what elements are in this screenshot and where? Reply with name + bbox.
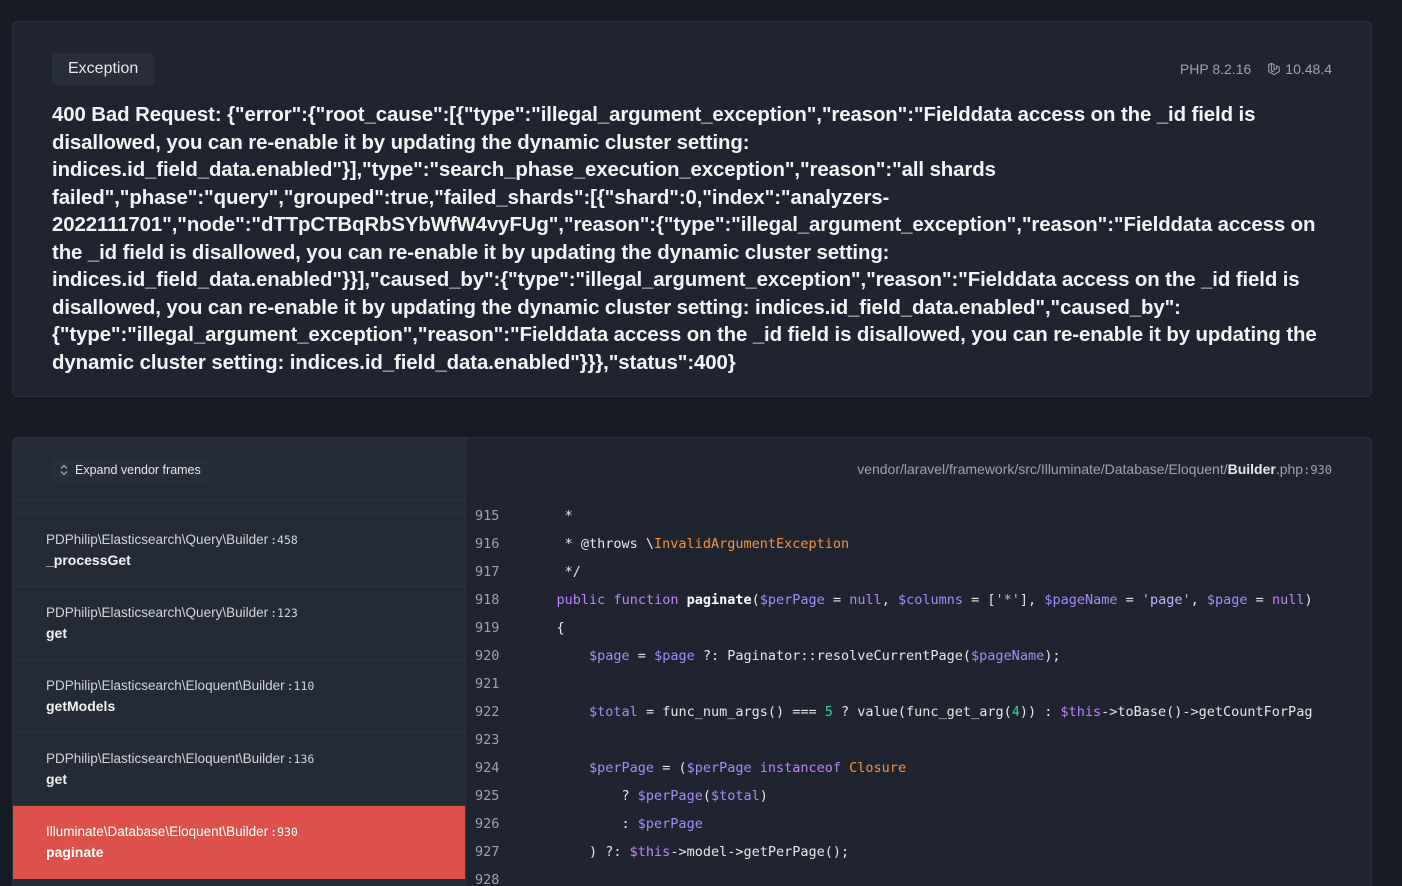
stack-frame[interactable]: PDPhilip\Elasticsearch\Eloquent\Builder:… bbox=[13, 733, 465, 806]
frame-class: PDPhilip\Elasticsearch\Query\Builder bbox=[46, 532, 269, 547]
php-version: PHP 8.2.16 bbox=[1179, 61, 1252, 77]
line-number: 928 bbox=[475, 872, 500, 886]
exception-card: Exception PHP 8.2.16 10.48.4 400 Bad Req… bbox=[12, 21, 1372, 397]
stack-frame[interactable]: PDPhilip\Elasticsearch\Query\Builder:458… bbox=[13, 514, 465, 587]
expand-vendor-frames-label: Expand vendor frames bbox=[75, 463, 201, 477]
frame-class: PDPhilip\Elasticsearch\Eloquent\Builder bbox=[46, 678, 285, 693]
stack-trace-card: Expand vendor frames PDPhilip\Elasticsea… bbox=[12, 437, 1372, 886]
line-number: 927 bbox=[475, 844, 500, 860]
line-number: 919 bbox=[475, 620, 500, 636]
frame-method: _processGet bbox=[46, 552, 131, 568]
chevron-up-down-icon bbox=[60, 464, 68, 476]
line-number: 925 bbox=[475, 788, 500, 804]
frames-divider bbox=[13, 501, 465, 514]
line-number: 922 bbox=[475, 704, 500, 720]
expand-vendor-frames-button[interactable]: Expand vendor frames bbox=[51, 458, 209, 482]
code-line: 924 $perPage = ($perPage instanceof Clos… bbox=[466, 754, 1371, 782]
frame-class: PDPhilip\Elasticsearch\Eloquent\Builder bbox=[46, 751, 285, 766]
line-number: 918 bbox=[475, 592, 500, 608]
code-line: 926 : $perPage bbox=[466, 810, 1371, 838]
frame-method: getModels bbox=[46, 698, 116, 714]
line-number: 921 bbox=[475, 676, 500, 692]
code-line: 920 $page = $page ?: Paginator::resolveC… bbox=[466, 642, 1371, 670]
line-number: 917 bbox=[475, 564, 500, 580]
frame-line: :110 bbox=[286, 679, 315, 693]
line-number: 920 bbox=[475, 648, 500, 664]
file-line-ref: :930 bbox=[1303, 463, 1332, 477]
file-path[interactable]: vendor/laravel/framework/src/Illuminate/… bbox=[857, 461, 1332, 477]
file-ext: .php bbox=[1275, 461, 1304, 477]
frame-method: get bbox=[46, 771, 67, 787]
code-line: 919 { bbox=[466, 614, 1371, 642]
frame-line: :930 bbox=[270, 825, 298, 839]
frame-class: PDPhilip\Elasticsearch\Query\Builder bbox=[46, 605, 269, 620]
frame-line: :136 bbox=[286, 752, 315, 766]
line-number: 915 bbox=[475, 508, 500, 524]
stack-frame-active[interactable]: Illuminate\Database\Eloquent\Builder:930… bbox=[13, 806, 465, 879]
code-line: 925 ? $perPage($total) bbox=[466, 782, 1371, 810]
exception-badge: Exception bbox=[52, 53, 155, 85]
code-line: 927 ) ?: $this->model->getPerPage(); bbox=[466, 838, 1371, 866]
exception-message: 400 Bad Request: {"error":{"root_cause":… bbox=[52, 104, 1317, 374]
laravel-version: 10.48.4 bbox=[1267, 61, 1332, 77]
frame-line: :458 bbox=[270, 533, 298, 547]
code-line: 922 $total = func_num_args() === 5 ? val… bbox=[466, 698, 1371, 726]
code-line: 917 */ bbox=[466, 558, 1371, 586]
line-number: 916 bbox=[475, 536, 500, 552]
file-path-prefix: vendor/laravel/framework/src/Illuminate/… bbox=[857, 461, 1228, 477]
frames-header: Expand vendor frames bbox=[13, 438, 465, 501]
version-info: PHP 8.2.16 10.48.4 bbox=[1180, 61, 1332, 77]
line-number: 926 bbox=[475, 816, 500, 832]
code-panel: vendor/laravel/framework/src/Illuminate/… bbox=[465, 438, 1371, 886]
line-number: 924 bbox=[475, 760, 500, 776]
frame-line: :123 bbox=[270, 606, 298, 620]
code-line: 918 public function paginate($perPage = … bbox=[466, 586, 1371, 614]
code-line: 915 * bbox=[466, 502, 1371, 530]
stack-frame[interactable]: PDPhilip\Elasticsearch\Query\Builder:123… bbox=[13, 587, 465, 660]
laravel-icon bbox=[1268, 62, 1281, 76]
file-name: Builder bbox=[1227, 461, 1276, 477]
laravel-version-label: 10.48.4 bbox=[1285, 61, 1332, 77]
code-line: 921 bbox=[466, 670, 1371, 698]
frame-class: Illuminate\Database\Eloquent\Builder bbox=[46, 824, 269, 839]
code-line: 928 bbox=[466, 866, 1371, 886]
frame-method: paginate bbox=[46, 844, 104, 860]
code-line: 916 * @throws \InvalidArgumentException bbox=[466, 530, 1371, 558]
code-line: 923 bbox=[466, 726, 1371, 754]
frame-method: get bbox=[46, 625, 67, 641]
code-snippet: 915 * 916 * @throws \InvalidArgumentExce… bbox=[466, 502, 1371, 886]
line-number: 923 bbox=[475, 732, 500, 748]
frames-panel: Expand vendor frames PDPhilip\Elasticsea… bbox=[13, 438, 465, 886]
stack-frame[interactable]: PDPhilip\Elasticsearch\Eloquent\Builder:… bbox=[13, 660, 465, 733]
